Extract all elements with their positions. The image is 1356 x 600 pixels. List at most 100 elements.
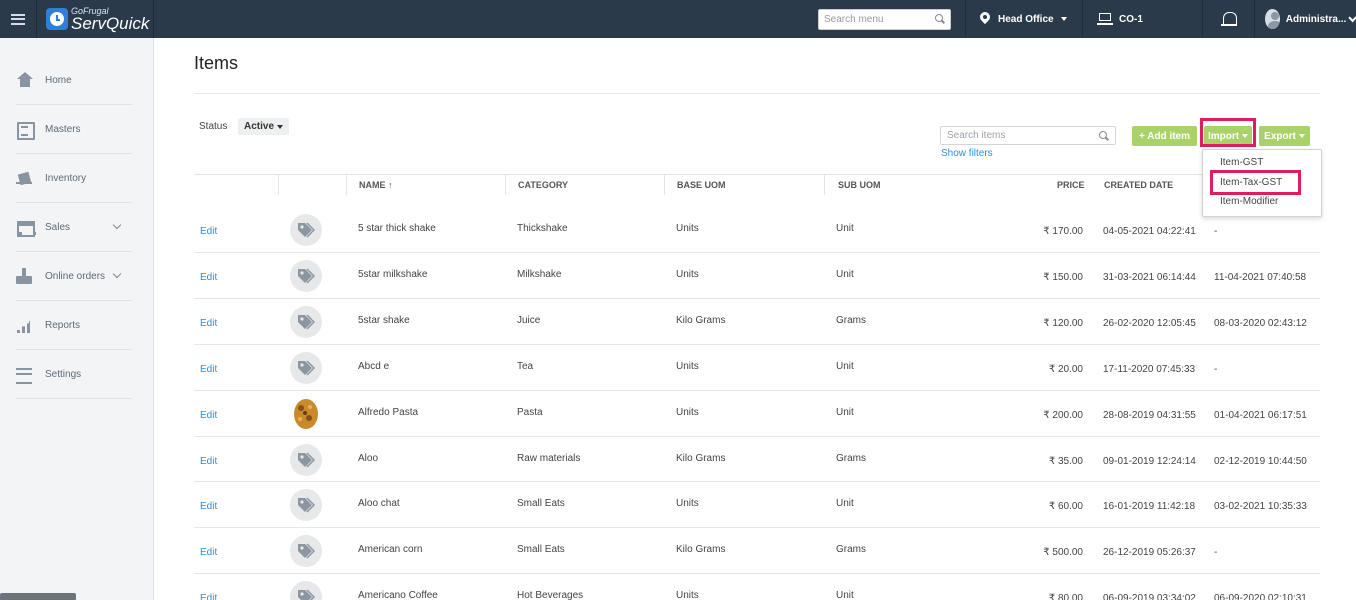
- tag-icon: [290, 306, 322, 338]
- item-modified-date: -: [1214, 226, 1218, 237]
- edit-link[interactable]: Edit: [200, 547, 217, 558]
- hamburger-menu-button[interactable]: [0, 0, 37, 38]
- sidebar-item-sales[interactable]: Sales: [16, 203, 132, 252]
- item-photo: [290, 398, 322, 430]
- item-price: ₹ 60.00: [1048, 501, 1083, 512]
- item-price: ₹ 170.00: [1043, 226, 1083, 237]
- item-name: Abcd e: [358, 361, 390, 372]
- column-header-name[interactable]: NAME ↑: [359, 180, 393, 190]
- table-row: Edit 5 star thick shake Thickshake Units Uni…: [194, 207, 1320, 253]
- home-icon: [16, 72, 34, 88]
- edit-link[interactable]: Edit: [200, 456, 217, 467]
- sidebar-item-inventory[interactable]: Inventory: [16, 154, 132, 203]
- table-row: Edit American corn Small Eats Kilo Grams Gra…: [194, 528, 1320, 574]
- chevron-down-icon: [1348, 12, 1356, 22]
- sidebar-item-masters[interactable]: Masters: [16, 105, 132, 154]
- menu-item-item-gst[interactable]: Item-GST: [1220, 157, 1263, 168]
- user-menu[interactable]: Administra...: [1254, 0, 1356, 38]
- edit-link[interactable]: Edit: [200, 410, 217, 421]
- edit-link[interactable]: Edit: [200, 226, 217, 237]
- sidebar-item-home[interactable]: Home: [16, 56, 132, 105]
- sidebar-item-reports[interactable]: Reports: [16, 301, 132, 350]
- item-name: Americano Coffee: [358, 590, 438, 600]
- app-logo[interactable]: GoFrugal ServQuick: [37, 0, 154, 38]
- item-price: ₹ 200.00: [1043, 410, 1083, 421]
- item-modified-date: -: [1214, 547, 1218, 558]
- table-row: Edit 5star shake Juice Kilo Grams Grams ₹ 120…: [194, 299, 1320, 345]
- search-icon: [935, 14, 945, 24]
- column-header-sub-uom[interactable]: SUB UOM: [838, 180, 881, 190]
- item-category: Thickshake: [517, 223, 568, 234]
- tag-icon: [290, 581, 322, 600]
- show-filters-link[interactable]: Show filters: [941, 148, 993, 159]
- item-category: Milkshake: [517, 269, 562, 280]
- table-row: Edit 5star milkshake Milkshake Units Unit ₹ 1…: [194, 253, 1320, 299]
- search-icon: [1099, 130, 1109, 141]
- table-row: Edit Aloo chat Small Eats Units Unit ₹ 60.00 1…: [194, 482, 1320, 528]
- notifications-button[interactable]: [1202, 0, 1254, 38]
- column-header-created-date[interactable]: CREATED DATE: [1104, 180, 1173, 190]
- item-modified-date: 08-03-2020 02:43:12: [1214, 318, 1307, 329]
- sidebar-item-label: Home: [45, 74, 72, 86]
- inventory-icon: [16, 170, 34, 186]
- sidebar-item-label: Settings: [45, 368, 82, 380]
- table-row: Edit Aloo Raw materials Kilo Grams Grams ₹ 35…: [194, 437, 1320, 482]
- item-category: Small Eats: [517, 498, 565, 509]
- item-price: ₹ 80.00: [1048, 593, 1083, 600]
- search-items-input[interactable]: Search items: [940, 126, 1116, 145]
- edit-link[interactable]: Edit: [200, 318, 217, 329]
- edit-link[interactable]: Edit: [200, 593, 217, 600]
- sidebar-item-label: Reports: [45, 319, 81, 331]
- edit-link[interactable]: Edit: [200, 272, 217, 283]
- item-sub-uom: Unit: [836, 498, 854, 509]
- table-header-border: [194, 174, 1320, 175]
- item-price: ₹ 35.00: [1048, 456, 1083, 467]
- online-orders-icon: [16, 268, 34, 284]
- item-base-uom: Kilo Grams: [676, 315, 726, 326]
- edit-link[interactable]: Edit: [200, 501, 217, 512]
- add-item-button[interactable]: + Add item: [1132, 126, 1197, 146]
- item-category: Hot Beverages: [517, 590, 584, 600]
- item-modified-date: 03-02-2021 10:35:33: [1214, 501, 1307, 512]
- edit-link[interactable]: Edit: [200, 364, 217, 375]
- avatar: [1265, 9, 1280, 29]
- tag-icon: [290, 535, 322, 567]
- item-category: Small Eats: [517, 544, 565, 555]
- item-modified-date: 01-04-2021 06:17:51: [1214, 410, 1307, 421]
- status-label: Status: [199, 121, 228, 132]
- horizontal-scrollbar[interactable]: [0, 593, 76, 600]
- item-base-uom: Kilo Grams: [676, 453, 726, 464]
- sidebar-item-settings[interactable]: Settings: [16, 350, 132, 399]
- table-row: Edit Alfredo Pasta Pasta Units Unit ₹ 200.00 2…: [194, 391, 1320, 437]
- item-base-uom: Units: [676, 407, 699, 418]
- item-name: 5 star thick shake: [358, 223, 436, 234]
- item-price: ₹ 150.00: [1043, 272, 1083, 283]
- item-category: Raw materials: [517, 453, 581, 464]
- bar-chart-icon: [16, 317, 34, 333]
- item-sub-uom: Unit: [836, 407, 854, 418]
- tag-icon: [290, 489, 322, 521]
- item-price: ₹ 120.00: [1043, 318, 1083, 329]
- column-header-base-uom[interactable]: BASE UOM: [677, 180, 726, 190]
- export-button[interactable]: Export: [1259, 126, 1310, 146]
- item-name: Alfredo Pasta: [358, 407, 419, 418]
- search-menu-input[interactable]: Search menu: [818, 8, 951, 30]
- status-filter-dropdown[interactable]: Active: [238, 118, 290, 135]
- column-divider: [346, 175, 347, 195]
- item-base-uom: Kilo Grams: [676, 544, 726, 555]
- item-created-date: 09-01-2019 12:24:14: [1103, 456, 1196, 467]
- item-created-date: 17-11-2020 07:45:33: [1103, 364, 1196, 375]
- chevron-down-icon: [112, 269, 122, 279]
- location-selector[interactable]: Head Office: [965, 0, 1082, 38]
- menu-item-item-modifier[interactable]: Item-Modifier: [1220, 196, 1278, 207]
- counter-selector[interactable]: CO-1: [1082, 0, 1202, 38]
- item-base-uom: Units: [676, 269, 699, 280]
- search-items-placeholder: Search items: [947, 130, 1006, 141]
- counter-label: CO-1: [1119, 13, 1143, 25]
- column-header-price[interactable]: PRICE: [1057, 180, 1085, 190]
- logo-brand-name: ServQuick: [71, 13, 150, 33]
- search-menu-placeholder: Search menu: [824, 13, 884, 25]
- sidebar-item-online-orders[interactable]: Online orders: [16, 252, 132, 301]
- column-header-category[interactable]: CATEGORY: [518, 180, 568, 190]
- item-base-uom: Units: [676, 223, 699, 234]
